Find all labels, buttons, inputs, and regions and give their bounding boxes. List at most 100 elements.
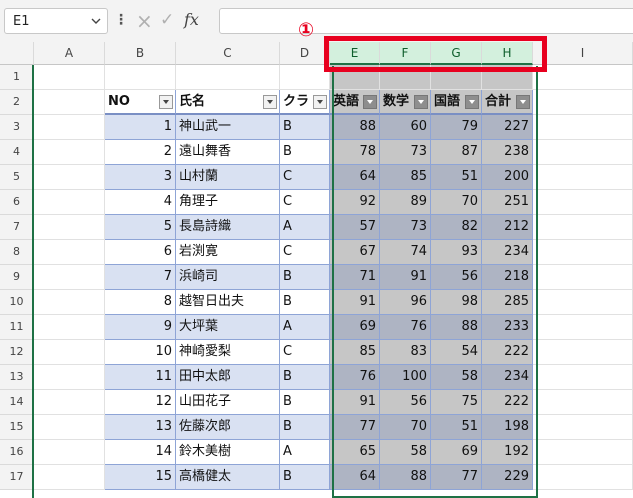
cell[interactable]	[34, 165, 105, 190]
row-header[interactable]: 10	[0, 290, 34, 315]
table-cell-no[interactable]: 2	[105, 140, 176, 165]
table-cell-total[interactable]: 229	[482, 465, 533, 490]
table-cell-math[interactable]: 96	[380, 290, 431, 315]
table-cell-no[interactable]: 7	[105, 265, 176, 290]
table-cell-english[interactable]: 64	[330, 465, 380, 490]
cell[interactable]	[533, 415, 633, 440]
table-cell-total[interactable]: 251	[482, 190, 533, 215]
row-header[interactable]: 6	[0, 190, 34, 215]
table-cell-total[interactable]: 222	[482, 340, 533, 365]
table-cell-class[interactable]: A	[280, 315, 330, 340]
table-cell-math[interactable]: 73	[380, 140, 431, 165]
table-cell-math[interactable]: 85	[380, 165, 431, 190]
table-header-japanese[interactable]: 国語	[431, 90, 482, 115]
cell[interactable]	[533, 190, 633, 215]
column-header-c[interactable]: C	[176, 42, 280, 65]
table-cell-class[interactable]: A	[280, 215, 330, 240]
row-header[interactable]: 5	[0, 165, 34, 190]
cell[interactable]	[533, 265, 633, 290]
table-cell-math[interactable]: 58	[380, 440, 431, 465]
cell[interactable]	[34, 390, 105, 415]
table-cell-japanese[interactable]: 82	[431, 215, 482, 240]
table-cell-math[interactable]: 89	[380, 190, 431, 215]
table-cell-total[interactable]: 198	[482, 415, 533, 440]
table-cell-class[interactable]: B	[280, 265, 330, 290]
table-cell-class[interactable]: B	[280, 365, 330, 390]
table-cell-name[interactable]: 神山武一	[176, 115, 280, 140]
cell[interactable]	[533, 440, 633, 465]
table-cell-name[interactable]: 浜崎司	[176, 265, 280, 290]
table-cell-name[interactable]: 遠山舞香	[176, 140, 280, 165]
cell[interactable]	[533, 90, 633, 115]
table-cell-english[interactable]: 65	[330, 440, 380, 465]
formula-input[interactable]	[219, 8, 633, 34]
cell[interactable]	[34, 140, 105, 165]
table-cell-math[interactable]: 76	[380, 315, 431, 340]
chevron-down-icon[interactable]	[91, 16, 101, 26]
row-header[interactable]: 16	[0, 440, 34, 465]
table-cell-english[interactable]: 92	[330, 190, 380, 215]
cell[interactable]	[34, 65, 105, 90]
table-cell-total[interactable]: 218	[482, 265, 533, 290]
table-cell-english[interactable]: 71	[330, 265, 380, 290]
table-cell-class[interactable]: C	[280, 340, 330, 365]
table-cell-total[interactable]: 192	[482, 440, 533, 465]
table-cell-class[interactable]: A	[280, 440, 330, 465]
table-header-math[interactable]: 数学	[380, 90, 431, 115]
table-cell-class[interactable]: C	[280, 240, 330, 265]
table-cell-math[interactable]: 56	[380, 390, 431, 415]
table-cell-no[interactable]: 15	[105, 465, 176, 490]
row-header[interactable]: 13	[0, 365, 34, 390]
table-cell-no[interactable]: 5	[105, 215, 176, 240]
table-cell-total[interactable]: 222	[482, 390, 533, 415]
table-cell-no[interactable]: 3	[105, 165, 176, 190]
table-cell-total[interactable]: 212	[482, 215, 533, 240]
table-cell-english[interactable]: 69	[330, 315, 380, 340]
cell[interactable]	[34, 265, 105, 290]
table-cell-english[interactable]: 77	[330, 415, 380, 440]
table-cell-no[interactable]: 10	[105, 340, 176, 365]
column-header-i[interactable]: I	[533, 42, 633, 65]
table-cell-no[interactable]: 6	[105, 240, 176, 265]
cell[interactable]	[533, 240, 633, 265]
table-cell-name[interactable]: 神崎愛梨	[176, 340, 280, 365]
table-cell-math[interactable]: 83	[380, 340, 431, 365]
cell[interactable]	[34, 365, 105, 390]
table-cell-total[interactable]: 234	[482, 240, 533, 265]
table-cell-japanese[interactable]: 87	[431, 140, 482, 165]
filter-dropdown-icon[interactable]	[263, 95, 277, 109]
select-all-corner[interactable]	[0, 42, 34, 65]
table-cell-name[interactable]: 角理子	[176, 190, 280, 215]
cell[interactable]	[533, 115, 633, 140]
table-cell-english[interactable]: 85	[330, 340, 380, 365]
cell[interactable]	[533, 65, 633, 90]
cancel-icon[interactable]: ×	[136, 9, 153, 33]
table-cell-no[interactable]: 4	[105, 190, 176, 215]
filter-dropdown-icon[interactable]	[465, 95, 479, 109]
row-header[interactable]: 1	[0, 65, 34, 90]
table-cell-japanese[interactable]: 51	[431, 415, 482, 440]
table-cell-japanese[interactable]: 56	[431, 265, 482, 290]
column-header-a[interactable]: A	[34, 42, 105, 65]
table-cell-english[interactable]: 88	[330, 115, 380, 140]
table-cell-class[interactable]: B	[280, 415, 330, 440]
row-header[interactable]: 17	[0, 465, 34, 490]
table-cell-english[interactable]: 78	[330, 140, 380, 165]
table-cell-class[interactable]: B	[280, 290, 330, 315]
cell[interactable]	[533, 315, 633, 340]
table-cell-no[interactable]: 1	[105, 115, 176, 140]
row-header[interactable]: 4	[0, 140, 34, 165]
table-cell-class[interactable]: B	[280, 140, 330, 165]
filter-dropdown-icon[interactable]	[313, 95, 327, 109]
cell[interactable]	[34, 215, 105, 240]
table-cell-name[interactable]: 田中太郎	[176, 365, 280, 390]
cell[interactable]	[34, 190, 105, 215]
table-cell-japanese[interactable]: 54	[431, 340, 482, 365]
table-cell-name[interactable]: 山田花子	[176, 390, 280, 415]
row-header[interactable]: 3	[0, 115, 34, 140]
row-header[interactable]: 14	[0, 390, 34, 415]
table-cell-name[interactable]: 鈴木美樹	[176, 440, 280, 465]
table-cell-name[interactable]: 長島詩織	[176, 215, 280, 240]
table-cell-no[interactable]: 14	[105, 440, 176, 465]
enter-icon[interactable]: ✓	[160, 10, 174, 30]
